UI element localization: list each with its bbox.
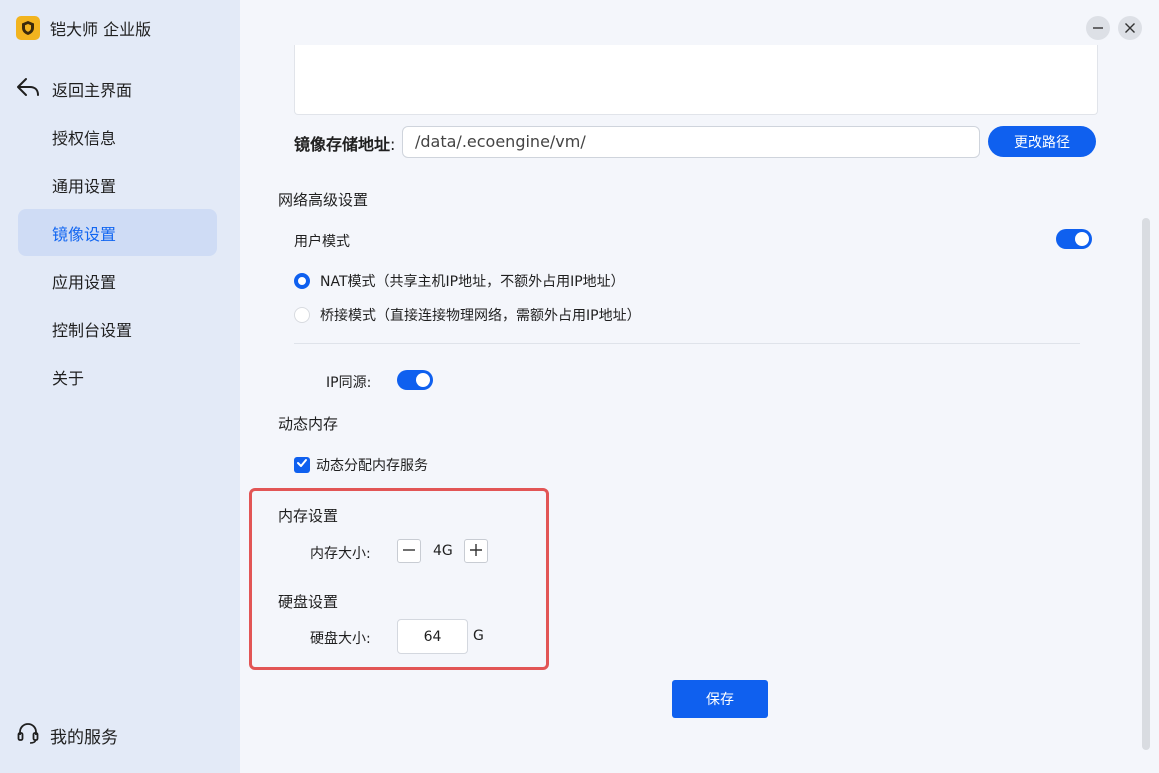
back-label: 返回主界面 bbox=[52, 81, 133, 100]
sidebar-item-apps[interactable]: 应用设置 bbox=[18, 257, 217, 304]
sidebar: 铠大师 企业版 返回主界面 授权信息 通用设置 镜像设置 应用设置 控制台设置 … bbox=[0, 0, 240, 773]
sidebar-item-label: 应用设置 bbox=[52, 272, 117, 292]
plus-icon bbox=[469, 542, 483, 561]
dynamic-memory-checkbox-row[interactable]: 动态分配内存服务 bbox=[294, 455, 428, 475]
disk-size-label: 硬盘大小: bbox=[310, 631, 371, 647]
sidebar-item-general[interactable]: 通用设置 bbox=[18, 161, 217, 208]
back-arrow-icon bbox=[16, 76, 42, 102]
headset-icon bbox=[16, 721, 40, 750]
image-path-label-colon: : bbox=[390, 135, 396, 154]
dynamic-memory-title: 动态内存 bbox=[278, 415, 339, 433]
scrollbar[interactable] bbox=[1142, 218, 1150, 750]
sidebar-item-image[interactable]: 镜像设置 bbox=[18, 209, 217, 256]
image-path-label: 镜像存储地址: bbox=[294, 131, 395, 155]
my-services-button[interactable]: 我的服务 bbox=[16, 722, 118, 748]
user-mode-toggle[interactable] bbox=[1056, 229, 1092, 249]
sidebar-item-label: 关于 bbox=[52, 368, 85, 388]
nat-option-label: NAT模式（共享主机IP地址，不额外占用IP地址） bbox=[320, 274, 625, 290]
sidebar-item-license[interactable]: 授权信息 bbox=[18, 113, 217, 160]
memory-size-label: 内存大小: bbox=[310, 546, 371, 562]
main-panel: 镜像存储地址: /data/.ecoengine/vm/ 更改路径 网络高级设置… bbox=[240, 0, 1159, 773]
memory-decrease-button[interactable] bbox=[397, 539, 421, 563]
my-services-label: 我的服务 bbox=[50, 727, 118, 748]
nat-mode-option[interactable]: NAT模式（共享主机IP地址，不额外占用IP地址） bbox=[294, 271, 625, 291]
change-path-button[interactable]: 更改路径 bbox=[988, 126, 1096, 157]
disk-size-unit: G bbox=[473, 628, 484, 644]
memory-settings-title: 内存设置 bbox=[278, 507, 339, 525]
shield-logo-icon bbox=[16, 16, 40, 40]
sidebar-item-console[interactable]: 控制台设置 bbox=[18, 305, 217, 352]
minus-icon bbox=[402, 542, 416, 561]
bridge-option-label: 桥接模式（直接连接物理网络，需额外占用IP地址） bbox=[320, 308, 641, 324]
close-button[interactable] bbox=[1118, 16, 1142, 40]
sidebar-nav: 授权信息 通用设置 镜像设置 应用设置 控制台设置 关于 bbox=[18, 113, 217, 401]
brand-name: 铠大师 企业版 bbox=[50, 20, 152, 39]
memory-increase-button[interactable] bbox=[464, 539, 488, 563]
memory-size-value: 4G bbox=[433, 543, 453, 559]
sidebar-item-label: 授权信息 bbox=[52, 128, 117, 148]
user-mode-label: 用户模式 bbox=[294, 234, 350, 250]
minimize-icon bbox=[1092, 19, 1104, 38]
sidebar-item-label: 控制台设置 bbox=[52, 320, 133, 340]
sidebar-item-about[interactable]: 关于 bbox=[18, 353, 217, 400]
description-textarea[interactable] bbox=[294, 45, 1098, 115]
ip-same-source-toggle[interactable] bbox=[397, 370, 433, 390]
save-button[interactable]: 保存 bbox=[672, 680, 768, 718]
bridge-mode-option[interactable]: 桥接模式（直接连接物理网络，需额外占用IP地址） bbox=[294, 305, 641, 325]
dynamic-memory-checkbox-label: 动态分配内存服务 bbox=[316, 458, 428, 474]
bridge-radio[interactable] bbox=[294, 307, 310, 323]
ip-same-source-label: IP同源: bbox=[326, 375, 372, 391]
image-path-label-text: 镜像存储地址 bbox=[294, 135, 391, 154]
disk-settings-title: 硬盘设置 bbox=[278, 593, 339, 611]
check-icon bbox=[296, 457, 308, 473]
minimize-button[interactable] bbox=[1086, 16, 1110, 40]
close-icon bbox=[1124, 19, 1136, 38]
brand: 铠大师 企业版 bbox=[16, 15, 151, 41]
nat-radio[interactable] bbox=[294, 273, 310, 289]
sidebar-item-label: 镜像设置 bbox=[52, 224, 117, 244]
sidebar-item-label: 通用设置 bbox=[52, 176, 117, 196]
divider bbox=[294, 343, 1080, 344]
back-to-main-button[interactable]: 返回主界面 bbox=[16, 76, 132, 102]
image-path-input[interactable]: /data/.ecoengine/vm/ bbox=[402, 126, 980, 158]
dynamic-memory-checkbox[interactable] bbox=[294, 457, 310, 473]
disk-size-input[interactable] bbox=[397, 619, 468, 654]
network-advanced-title: 网络高级设置 bbox=[278, 191, 369, 209]
